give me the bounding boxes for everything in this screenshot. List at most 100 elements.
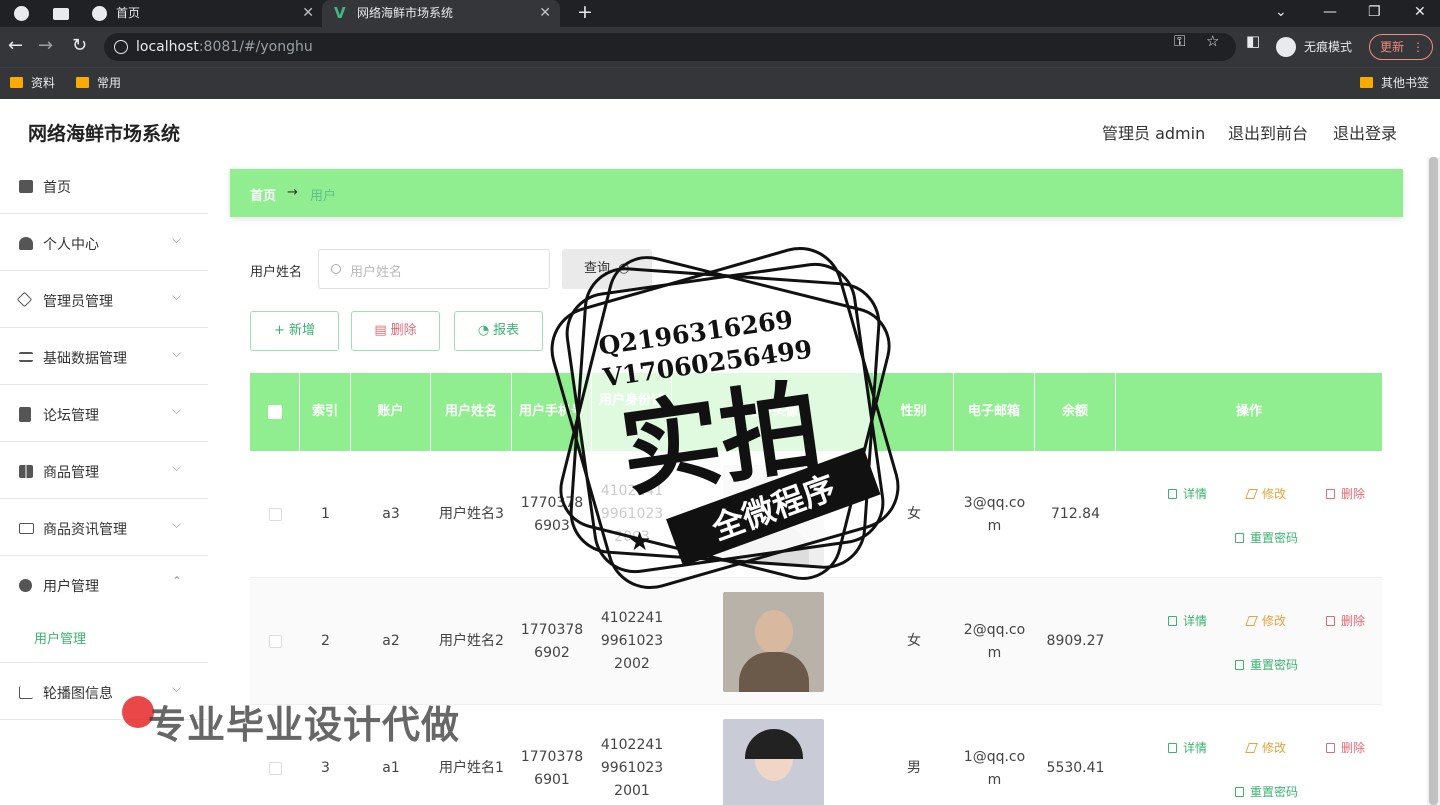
- window-close-icon[interactable]: ✕: [1414, 0, 1426, 27]
- row-delete-button[interactable]: 删除: [1326, 485, 1365, 502]
- document-icon: [1235, 660, 1244, 670]
- logout-link[interactable]: 退出登录: [1333, 120, 1397, 144]
- breadcrumb-home[interactable]: 首页: [250, 185, 276, 204]
- back-icon[interactable]: ←: [8, 35, 23, 56]
- edit-button[interactable]: 修改: [1245, 739, 1286, 756]
- watermark-bottom-text: 专业毕业设计代做: [148, 703, 461, 747]
- cell-email: 1@qq.com: [963, 748, 1026, 788]
- tab-home[interactable]: 首页 ✕: [92, 0, 314, 27]
- more-vert-icon: ⋮: [1412, 40, 1424, 54]
- cell-name: 用户姓名2: [439, 633, 504, 649]
- header-account[interactable]: 账户: [351, 373, 431, 451]
- breadcrumb-current: 用户: [310, 189, 337, 204]
- cell-avatar: [672, 451, 874, 578]
- header-balance[interactable]: 余额: [1035, 373, 1116, 451]
- select-all-checkbox[interactable]: [250, 373, 300, 451]
- sidebar-item-home[interactable]: 首页: [0, 157, 208, 214]
- report-button[interactable]: ◔ 报表: [454, 311, 543, 351]
- edit-button[interactable]: 修改: [1245, 612, 1286, 629]
- breadcrumb-separator: →: [287, 185, 298, 200]
- forward-icon[interactable]: →: [38, 35, 53, 56]
- document-icon: [1168, 616, 1177, 626]
- query-button[interactable]: 查询 ○: [562, 249, 652, 289]
- sidebar-item-news[interactable]: 商品资讯管理 ⌵: [0, 499, 208, 556]
- cell-idcard: 410224199610232001: [600, 737, 664, 799]
- clipboard-icon: [19, 407, 31, 422]
- row-delete-button[interactable]: 删除: [1326, 739, 1365, 756]
- detail-button[interactable]: 详情: [1168, 739, 1207, 756]
- address-bar[interactable]: localhost:8081/#/yonghu: [104, 33, 1236, 61]
- header-ops: 操作: [1235, 404, 1262, 419]
- update-button[interactable]: 更新 ⋮: [1369, 34, 1433, 60]
- sidebar-item-forum[interactable]: 论坛管理 ⌵: [0, 385, 208, 442]
- search-icon: [331, 264, 341, 274]
- sidepanel-icon[interactable]: ◧: [1246, 32, 1260, 50]
- tab-pinned-globe[interactable]: [14, 0, 34, 27]
- header-index[interactable]: 索引: [300, 373, 351, 451]
- star-icon[interactable]: ☆: [1206, 32, 1219, 50]
- close-icon[interactable]: ✕: [302, 0, 314, 27]
- folder-icon: [1360, 77, 1373, 88]
- reset-password-button[interactable]: 重置密码: [1235, 529, 1298, 546]
- sliders-icon: [19, 352, 33, 362]
- close-icon[interactable]: ✕: [539, 0, 551, 27]
- header-gender[interactable]: 性别: [874, 373, 954, 451]
- detail-button[interactable]: 详情: [1168, 485, 1207, 502]
- name-search-input[interactable]: 用户姓名: [318, 249, 550, 289]
- new-tab-icon[interactable]: +: [577, 0, 593, 27]
- reload-icon[interactable]: ↻: [72, 35, 87, 56]
- scrollbar-thumb[interactable]: [1429, 157, 1438, 805]
- header-idcard[interactable]: 用户身份证号: [592, 373, 672, 451]
- cell-gender: 女: [907, 633, 921, 649]
- chevron-down-icon: ⌵: [172, 346, 182, 360]
- sidebar-item-users[interactable]: 用户管理 ⌃: [0, 556, 208, 613]
- restore-icon[interactable]: ❐: [1368, 0, 1381, 27]
- key-icon[interactable]: ⚿: [1174, 32, 1185, 50]
- header-email[interactable]: 电子邮箱: [954, 373, 1035, 451]
- cell-name: 用户姓名3: [439, 506, 504, 522]
- chevron-down-icon: ⌵: [172, 232, 182, 246]
- row-checkbox[interactable]: [250, 451, 300, 578]
- add-button[interactable]: + 新增: [250, 311, 339, 351]
- search-icon: ○: [618, 261, 630, 276]
- tab-app[interactable]: V 网络海鲜市场系统 ✕: [322, 0, 560, 27]
- sidebar-item-goods[interactable]: 商品管理 ⌵: [0, 442, 208, 499]
- info-icon[interactable]: [114, 40, 128, 54]
- sidebar-item-profile[interactable]: 个人中心 ⌵: [0, 214, 208, 271]
- reset-password-button[interactable]: 重置密码: [1235, 656, 1298, 673]
- send-icon: [16, 291, 33, 308]
- breadcrumb: 首页 → 用户: [230, 169, 1403, 217]
- bookmark-folder[interactable]: 资料: [10, 75, 55, 91]
- header-phone[interactable]: 用户手机号: [512, 373, 592, 451]
- chevron-down-icon: ⌵: [172, 460, 182, 474]
- row-delete-button[interactable]: 删除: [1326, 612, 1365, 629]
- cell-gender: 女: [907, 506, 921, 522]
- tab-pinned-window[interactable]: [53, 0, 73, 27]
- chevron-down-icon[interactable]: ⌄: [1275, 0, 1287, 27]
- other-bookmarks[interactable]: 其他书签: [1360, 75, 1429, 91]
- bookmark-folder[interactable]: 常用: [76, 75, 121, 91]
- document-icon: [1168, 489, 1177, 499]
- minimize-icon[interactable]: —: [1323, 0, 1337, 27]
- sidebar-item-basedata[interactable]: 基础数据管理 ⌵: [0, 328, 208, 385]
- row-checkbox[interactable]: [250, 578, 300, 705]
- header-name[interactable]: 用户姓名: [431, 373, 512, 451]
- chat-icon: [19, 579, 32, 592]
- search-label: 用户姓名: [250, 265, 303, 280]
- table-header: 索引 账户 用户姓名 用户手机号 用户身份证号 用户头像 性别 电子邮箱 余额 …: [250, 373, 1382, 451]
- edit-button[interactable]: 修改: [1245, 485, 1286, 502]
- cell-balance: 8909.27: [1046, 633, 1105, 649]
- front-link[interactable]: 退出到前台: [1228, 120, 1308, 144]
- cell-gender: 男: [907, 760, 921, 776]
- globe-icon: [92, 6, 107, 21]
- sidebar-subitem-users[interactable]: 用户管理: [0, 613, 208, 663]
- pencil-icon: [1245, 489, 1258, 499]
- delete-button[interactable]: ▤ 删除: [351, 311, 440, 351]
- detail-button[interactable]: 详情: [1168, 612, 1207, 629]
- url-text: localhost:8081/#/yonghu: [136, 39, 313, 55]
- cell-idcard: 410224199610232003: [600, 483, 664, 545]
- avatar: [722, 718, 824, 805]
- sidebar-item-admins[interactable]: 管理员管理 ⌵: [0, 271, 208, 328]
- page-scrollbar[interactable]: [1427, 157, 1440, 805]
- reset-password-button[interactable]: 重置密码: [1235, 783, 1298, 800]
